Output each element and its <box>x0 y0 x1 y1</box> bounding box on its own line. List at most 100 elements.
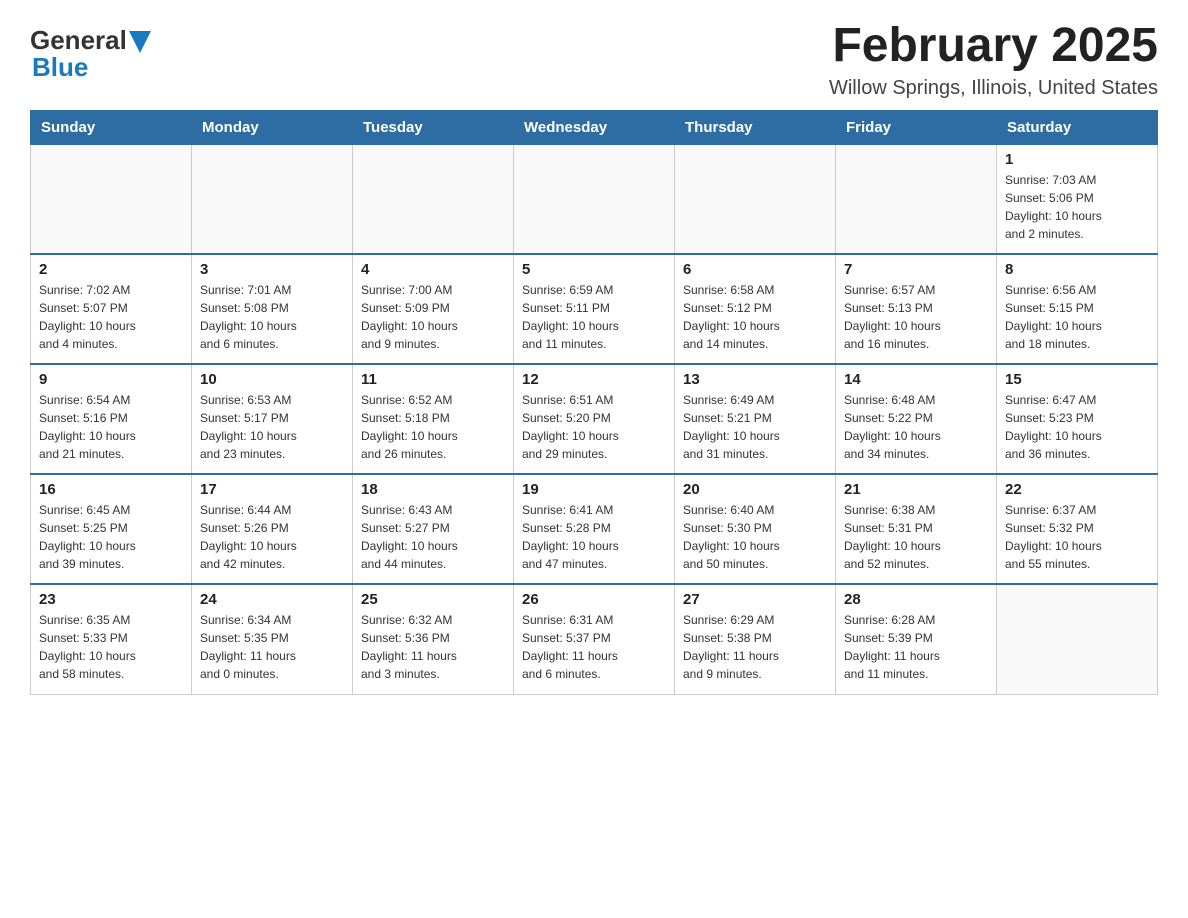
day-info-line: Daylight: 10 hours <box>361 427 505 445</box>
day-number: 10 <box>200 371 344 388</box>
day-info-line: Daylight: 10 hours <box>200 317 344 335</box>
day-info-line: and 47 minutes. <box>522 555 666 573</box>
calendar-cell-w2d3: 4Sunrise: 7:00 AMSunset: 5:09 PMDaylight… <box>353 254 514 364</box>
week-row-1: 1Sunrise: 7:03 AMSunset: 5:06 PMDaylight… <box>31 144 1158 254</box>
day-info-line: Sunrise: 6:31 AM <box>522 611 666 629</box>
day-info-line: Sunrise: 6:59 AM <box>522 281 666 299</box>
day-number: 13 <box>683 371 827 388</box>
calendar-cell-w4d5: 20 Sunrise: 6:40 AMSunset: 5:30 PMDayligh… <box>675 474 836 584</box>
day-info-line: Sunset: 5:35 PM <box>200 629 344 647</box>
day-info-line: and 26 minutes. <box>361 445 505 463</box>
day-info-line: Sunrise: 6:32 AM <box>361 611 505 629</box>
day-info-line: Sunrise: 6:47 AM <box>1005 391 1149 409</box>
location-title: Willow Springs, Illinois, United States <box>829 77 1158 100</box>
day-info-line: Daylight: 10 hours <box>683 537 827 555</box>
day-info-line: Daylight: 10 hours <box>39 537 183 555</box>
day-info-line: Sunrise: 6:58 AM <box>683 281 827 299</box>
calendar-cell-w5d2: 24Sunrise: 6:34 AMSunset: 5:35 PMDayligh… <box>192 584 353 694</box>
day-info-line: and 31 minutes. <box>683 445 827 463</box>
day-info-line: Daylight: 10 hours <box>522 537 666 555</box>
day-info-line: and 9 minutes. <box>361 335 505 353</box>
day-info-line: and 11 minutes. <box>844 665 988 683</box>
calendar-cell-w5d3: 25Sunrise: 6:32 AMSunset: 5:36 PMDayligh… <box>353 584 514 694</box>
week-row-2: 2Sunrise: 7:02 AMSunset: 5:07 PMDaylight… <box>31 254 1158 364</box>
day-info-line: and 52 minutes. <box>844 555 988 573</box>
day-info-line: Sunset: 5:12 PM <box>683 299 827 317</box>
day-number: 7 <box>844 261 988 278</box>
day-info-line: and 21 minutes. <box>39 445 183 463</box>
calendar-cell-w2d4: 5Sunrise: 6:59 AMSunset: 5:11 PMDaylight… <box>514 254 675 364</box>
day-info-line: and 14 minutes. <box>683 335 827 353</box>
day-info-line: and 16 minutes. <box>844 335 988 353</box>
calendar-cell-w1d1 <box>31 144 192 254</box>
day-info-line: and 58 minutes. <box>39 665 183 683</box>
day-info-line: and 34 minutes. <box>844 445 988 463</box>
day-info-line: and 39 minutes. <box>39 555 183 573</box>
calendar-cell-w2d1: 2Sunrise: 7:02 AMSunset: 5:07 PMDaylight… <box>31 254 192 364</box>
day-info-line: and 50 minutes. <box>683 555 827 573</box>
day-info-line: Sunset: 5:25 PM <box>39 519 183 537</box>
day-info-line: Sunrise: 6:49 AM <box>683 391 827 409</box>
day-number: 28 <box>844 591 988 608</box>
day-info-line: Sunset: 5:13 PM <box>844 299 988 317</box>
day-number: 20 <box>683 481 827 498</box>
day-info-line: Sunset: 5:17 PM <box>200 409 344 427</box>
day-number: 4 <box>361 261 505 278</box>
day-info-line: Sunset: 5:23 PM <box>1005 409 1149 427</box>
day-info-line: Daylight: 10 hours <box>39 427 183 445</box>
day-number: 5 <box>522 261 666 278</box>
logo-arrow-icon <box>129 31 151 53</box>
day-info-line: Sunset: 5:33 PM <box>39 629 183 647</box>
day-number: 3 <box>200 261 344 278</box>
day-info-line: and 6 minutes. <box>200 335 344 353</box>
day-info-line: Sunset: 5:32 PM <box>1005 519 1149 537</box>
day-info-line: Sunset: 5:30 PM <box>683 519 827 537</box>
day-number: 16 <box>39 481 183 498</box>
calendar-cell-w5d6: 28Sunrise: 6:28 AMSunset: 5:39 PMDayligh… <box>836 584 997 694</box>
week-row-3: 9Sunrise: 6:54 AMSunset: 5:16 PMDaylight… <box>31 364 1158 474</box>
day-info-line: Daylight: 10 hours <box>522 427 666 445</box>
calendar-cell-w5d1: 23Sunrise: 6:35 AMSunset: 5:33 PMDayligh… <box>31 584 192 694</box>
day-number: 14 <box>844 371 988 388</box>
calendar-cell-w5d4: 26Sunrise: 6:31 AMSunset: 5:37 PMDayligh… <box>514 584 675 694</box>
day-info-line: Sunrise: 6:57 AM <box>844 281 988 299</box>
day-number: 8 <box>1005 261 1149 278</box>
day-info-line: Sunset: 5:18 PM <box>361 409 505 427</box>
day-info-line: and 9 minutes. <box>683 665 827 683</box>
day-info-line: Sunrise: 6:43 AM <box>361 501 505 519</box>
day-info-line: Sunrise: 6:52 AM <box>361 391 505 409</box>
day-number: 25 <box>361 591 505 608</box>
day-info-line: Daylight: 10 hours <box>683 427 827 445</box>
calendar-header-row: Sunday Monday Tuesday Wednesday Thursday… <box>31 110 1158 144</box>
day-info-line: Sunrise: 6:40 AM <box>683 501 827 519</box>
day-info-line: Daylight: 10 hours <box>844 537 988 555</box>
day-info-line: Sunrise: 6:34 AM <box>200 611 344 629</box>
calendar-cell-w4d3: 18Sunrise: 6:43 AMSunset: 5:27 PMDayligh… <box>353 474 514 584</box>
day-info-line: Daylight: 11 hours <box>522 647 666 665</box>
day-info-line: Daylight: 10 hours <box>522 317 666 335</box>
week-row-4: 16Sunrise: 6:45 AMSunset: 5:25 PMDayligh… <box>31 474 1158 584</box>
header-wednesday: Wednesday <box>514 110 675 144</box>
day-number: 11 <box>361 371 505 388</box>
day-number: 27 <box>683 591 827 608</box>
day-info-line: Sunset: 5:38 PM <box>683 629 827 647</box>
logo: General Blue <box>30 20 151 83</box>
day-info-line: Sunrise: 7:03 AM <box>1005 171 1149 189</box>
day-number: 19 <box>522 481 666 498</box>
day-info-line: Sunrise: 6:38 AM <box>844 501 988 519</box>
day-info-line: Sunset: 5:08 PM <box>200 299 344 317</box>
calendar-cell-w1d3 <box>353 144 514 254</box>
day-info-line: Sunset: 5:16 PM <box>39 409 183 427</box>
logo-blue: Blue <box>32 52 88 83</box>
day-info-line: Sunset: 5:09 PM <box>361 299 505 317</box>
day-number: 2 <box>39 261 183 278</box>
calendar-cell-w1d6 <box>836 144 997 254</box>
day-number: 23 <box>39 591 183 608</box>
calendar-cell-w4d2: 17Sunrise: 6:44 AMSunset: 5:26 PMDayligh… <box>192 474 353 584</box>
day-info-line: Sunrise: 7:00 AM <box>361 281 505 299</box>
day-info-line: Sunrise: 6:56 AM <box>1005 281 1149 299</box>
day-info-line: Daylight: 10 hours <box>39 647 183 665</box>
day-info-line: and 3 minutes. <box>361 665 505 683</box>
day-info-line: Sunset: 5:06 PM <box>1005 189 1149 207</box>
calendar-cell-w3d4: 12Sunrise: 6:51 AMSunset: 5:20 PMDayligh… <box>514 364 675 474</box>
